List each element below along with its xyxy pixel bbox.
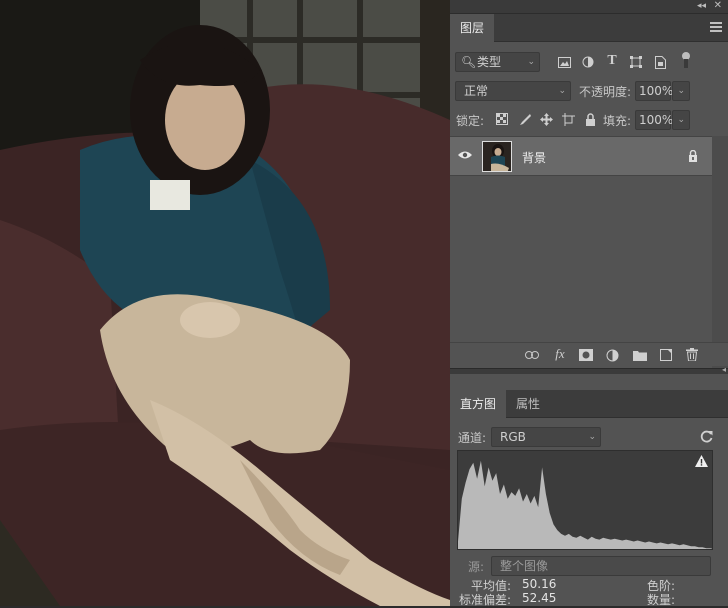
histogram-graph	[457, 450, 713, 550]
document-canvas[interactable]	[0, 0, 450, 606]
photo-image	[0, 0, 450, 606]
source-value: 整个图像	[500, 559, 549, 573]
lock-label: 锁定:	[456, 114, 485, 128]
new-group-icon[interactable]	[632, 347, 648, 363]
layer-thumbnail	[482, 141, 512, 172]
channel-select[interactable]: RGB ⌄	[491, 427, 601, 447]
fx-icon[interactable]: fx	[552, 346, 568, 362]
source-select[interactable]: 整个图像	[491, 556, 711, 576]
layer-lock-icon	[688, 149, 698, 165]
panel-divider[interactable]: ◂	[450, 365, 728, 374]
eye-icon[interactable]	[458, 149, 472, 163]
layer-row[interactable]: 背景	[450, 136, 712, 176]
adjustment-layer-icon[interactable]	[604, 347, 620, 363]
panel-menu-icon[interactable]	[710, 22, 722, 32]
opacity-input[interactable]: 100%	[635, 81, 673, 101]
warning-icon[interactable]	[695, 455, 708, 470]
layer-name[interactable]: 背景	[522, 149, 546, 166]
image-filter-icon[interactable]	[556, 54, 572, 70]
lock-all-icon[interactable]	[582, 111, 598, 127]
lock-position-icon[interactable]	[538, 111, 554, 127]
collapse-arrow-icon[interactable]: ◂	[722, 365, 726, 374]
opacity-dropdown[interactable]: ⌄	[672, 81, 690, 101]
lock-image-icon[interactable]	[516, 111, 532, 127]
blend-mode-value: 正常	[464, 84, 489, 98]
adjustment-filter-icon[interactable]	[580, 54, 596, 70]
source-label: 源:	[468, 560, 485, 574]
count-label: 数量:	[647, 593, 676, 607]
stddev-label: 标准偏差:	[459, 593, 512, 607]
type-filter-icon[interactable]: T	[604, 53, 620, 69]
layers-bottom-toolbar: fx	[450, 342, 728, 366]
add-mask-icon[interactable]	[578, 347, 594, 363]
layers-tabbar: 图层	[450, 14, 728, 42]
histogram-chart	[458, 460, 712, 549]
layer-filter-select[interactable]: 🔍︎ 类型 ⌄	[455, 52, 540, 72]
filter-toggle-icon[interactable]	[678, 52, 694, 68]
histogram-area	[458, 460, 712, 549]
tab-properties[interactable]: 属性	[506, 390, 550, 418]
mean-value: 50.16	[522, 577, 557, 591]
fill-input[interactable]: 100%	[635, 110, 673, 130]
opacity-label: 不透明度:	[579, 85, 632, 99]
fill-label: 填充:	[603, 114, 632, 128]
lock-transparent-icon[interactable]	[494, 111, 510, 127]
layers-scrollbar[interactable]	[712, 136, 728, 368]
blend-mode-select[interactable]: 正常 ⌄	[455, 81, 571, 101]
panels-dock: ◂◂ ✕ 图层 🔍︎ 类型 ⌄ T 正常 ⌄ 不透明度: 100% ⌄ 锁定:	[450, 0, 728, 607]
fill-dropdown[interactable]: ⌄	[672, 110, 690, 130]
channel-label: 通道:	[458, 431, 487, 445]
stddev-value: 52.45	[522, 591, 557, 605]
chevron-down-icon: ⌄	[677, 86, 685, 96]
chevron-down-icon: ⌄	[527, 57, 535, 67]
chevron-down-icon: ⌄	[558, 86, 566, 96]
new-layer-icon[interactable]	[658, 347, 674, 363]
histogram-tabbar: 直方图 属性	[450, 390, 728, 418]
shape-filter-icon[interactable]	[628, 54, 644, 70]
channel-value: RGB	[500, 430, 526, 444]
tab-layers[interactable]: 图层	[450, 14, 495, 42]
close-icon[interactable]: ✕	[714, 0, 722, 11]
refresh-icon[interactable]	[698, 428, 714, 444]
panel-collapse-bar[interactable]: ◂◂ ✕	[450, 0, 728, 14]
smart-object-filter-icon[interactable]	[652, 54, 668, 70]
search-icon: 🔍︎	[461, 55, 477, 69]
chevron-down-icon: ⌄	[588, 432, 596, 442]
filter-kind-label: 类型	[477, 55, 502, 69]
tab-histogram[interactable]: 直方图	[450, 390, 507, 418]
chevron-down-icon: ⌄	[677, 115, 685, 125]
delete-layer-icon[interactable]	[684, 346, 700, 362]
link-layers-icon[interactable]	[524, 347, 540, 363]
lock-artboard-icon[interactable]	[560, 111, 576, 127]
collapse-icon[interactable]: ◂◂	[697, 1, 706, 11]
